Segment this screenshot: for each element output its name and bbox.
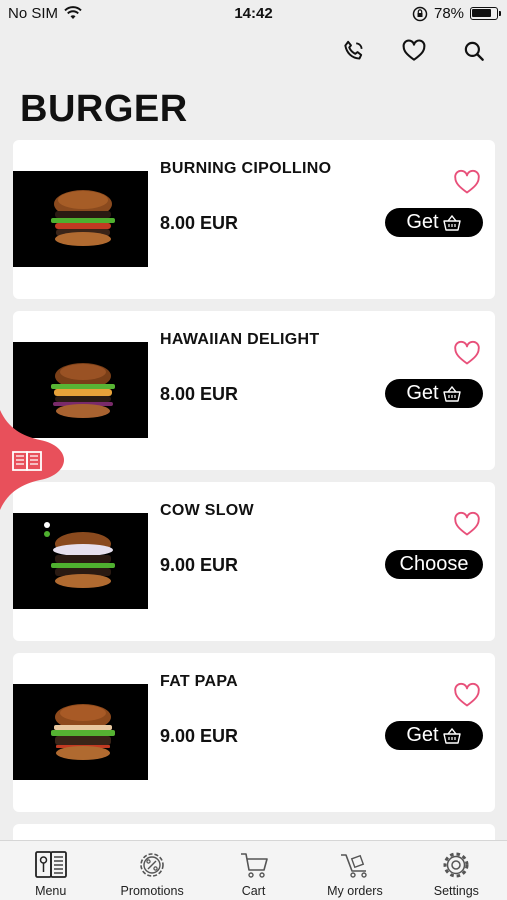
choose-button[interactable]: Choose (385, 550, 483, 579)
favorite-heart-icon[interactable] (453, 169, 481, 195)
product-card[interactable]: FAT PAPA 9.00 EUR Get (13, 653, 495, 812)
product-price: 9.00 EUR (160, 726, 239, 746)
status-bar: No SIM 14:42 78% (0, 0, 507, 28)
nav-label: Cart (241, 884, 266, 898)
basket-icon (442, 385, 461, 402)
product-image (13, 513, 148, 609)
rotation-lock-icon (412, 6, 428, 22)
get-button[interactable]: Get (385, 208, 483, 237)
favorite-heart-icon[interactable] (453, 682, 481, 708)
bottom-nav: Menu Promotions Cart My orders Settings (0, 840, 507, 900)
percent-gear-icon (140, 853, 164, 877)
product-card[interactable]: BURNING CIPOLLINO 8.00 EUR Get (13, 140, 495, 299)
product-price: 8.00 EUR (160, 384, 239, 404)
product-image (13, 684, 148, 780)
header-actions (341, 38, 487, 64)
get-button[interactable]: Get (385, 721, 483, 750)
action-label: Choose (399, 553, 469, 575)
cart-icon (240, 853, 268, 878)
menu-book-icon (34, 851, 67, 878)
battery-icon (470, 7, 501, 20)
product-image (13, 171, 148, 267)
product-card[interactable]: COW SLOW 9.00 EUR Choose (13, 482, 495, 641)
search-icon[interactable] (461, 38, 487, 64)
battery-percent: 78% (434, 5, 465, 22)
product-name: HAWAIIAN DELIGHT (160, 331, 320, 348)
clock: 14:42 (234, 5, 273, 22)
action-label: Get (406, 211, 439, 233)
nav-promotions[interactable]: Promotions (101, 841, 202, 900)
product-card[interactable]: HAWAIIAN DELIGHT 8.00 EUR Get (13, 311, 495, 470)
action-label: Get (406, 724, 439, 746)
product-price: 9.00 EUR (160, 555, 239, 575)
nav-cart[interactable]: Cart (203, 841, 304, 900)
nav-label: My orders (327, 884, 383, 898)
nav-settings[interactable]: Settings (406, 841, 507, 900)
basket-icon (442, 214, 461, 231)
get-button[interactable]: Get (385, 379, 483, 408)
nav-label: Promotions (120, 884, 184, 898)
favorite-heart-icon[interactable] (453, 340, 481, 366)
nav-label: Settings (433, 884, 479, 898)
action-label: Get (406, 382, 439, 404)
product-list: BURNING CIPOLLINO 8.00 EUR Get HAWAIIAN … (13, 140, 495, 860)
delivery-cart-icon (340, 854, 367, 878)
gear-icon (443, 852, 469, 878)
product-name: BURNING CIPOLLINO (160, 160, 332, 177)
product-price: 8.00 EUR (160, 213, 239, 233)
product-name: COW SLOW (160, 502, 254, 519)
nav-label: Menu (35, 884, 67, 898)
nav-my-orders[interactable]: My orders (304, 841, 405, 900)
nav-menu[interactable]: Menu (0, 841, 101, 900)
product-name: FAT PAPA (160, 673, 238, 690)
page-title: BURGER (20, 88, 188, 130)
heart-icon[interactable] (401, 38, 427, 64)
catalog-side-tab[interactable] (0, 410, 64, 510)
basket-icon (442, 727, 461, 744)
phone-icon[interactable] (341, 38, 367, 64)
favorite-heart-icon[interactable] (453, 511, 481, 537)
